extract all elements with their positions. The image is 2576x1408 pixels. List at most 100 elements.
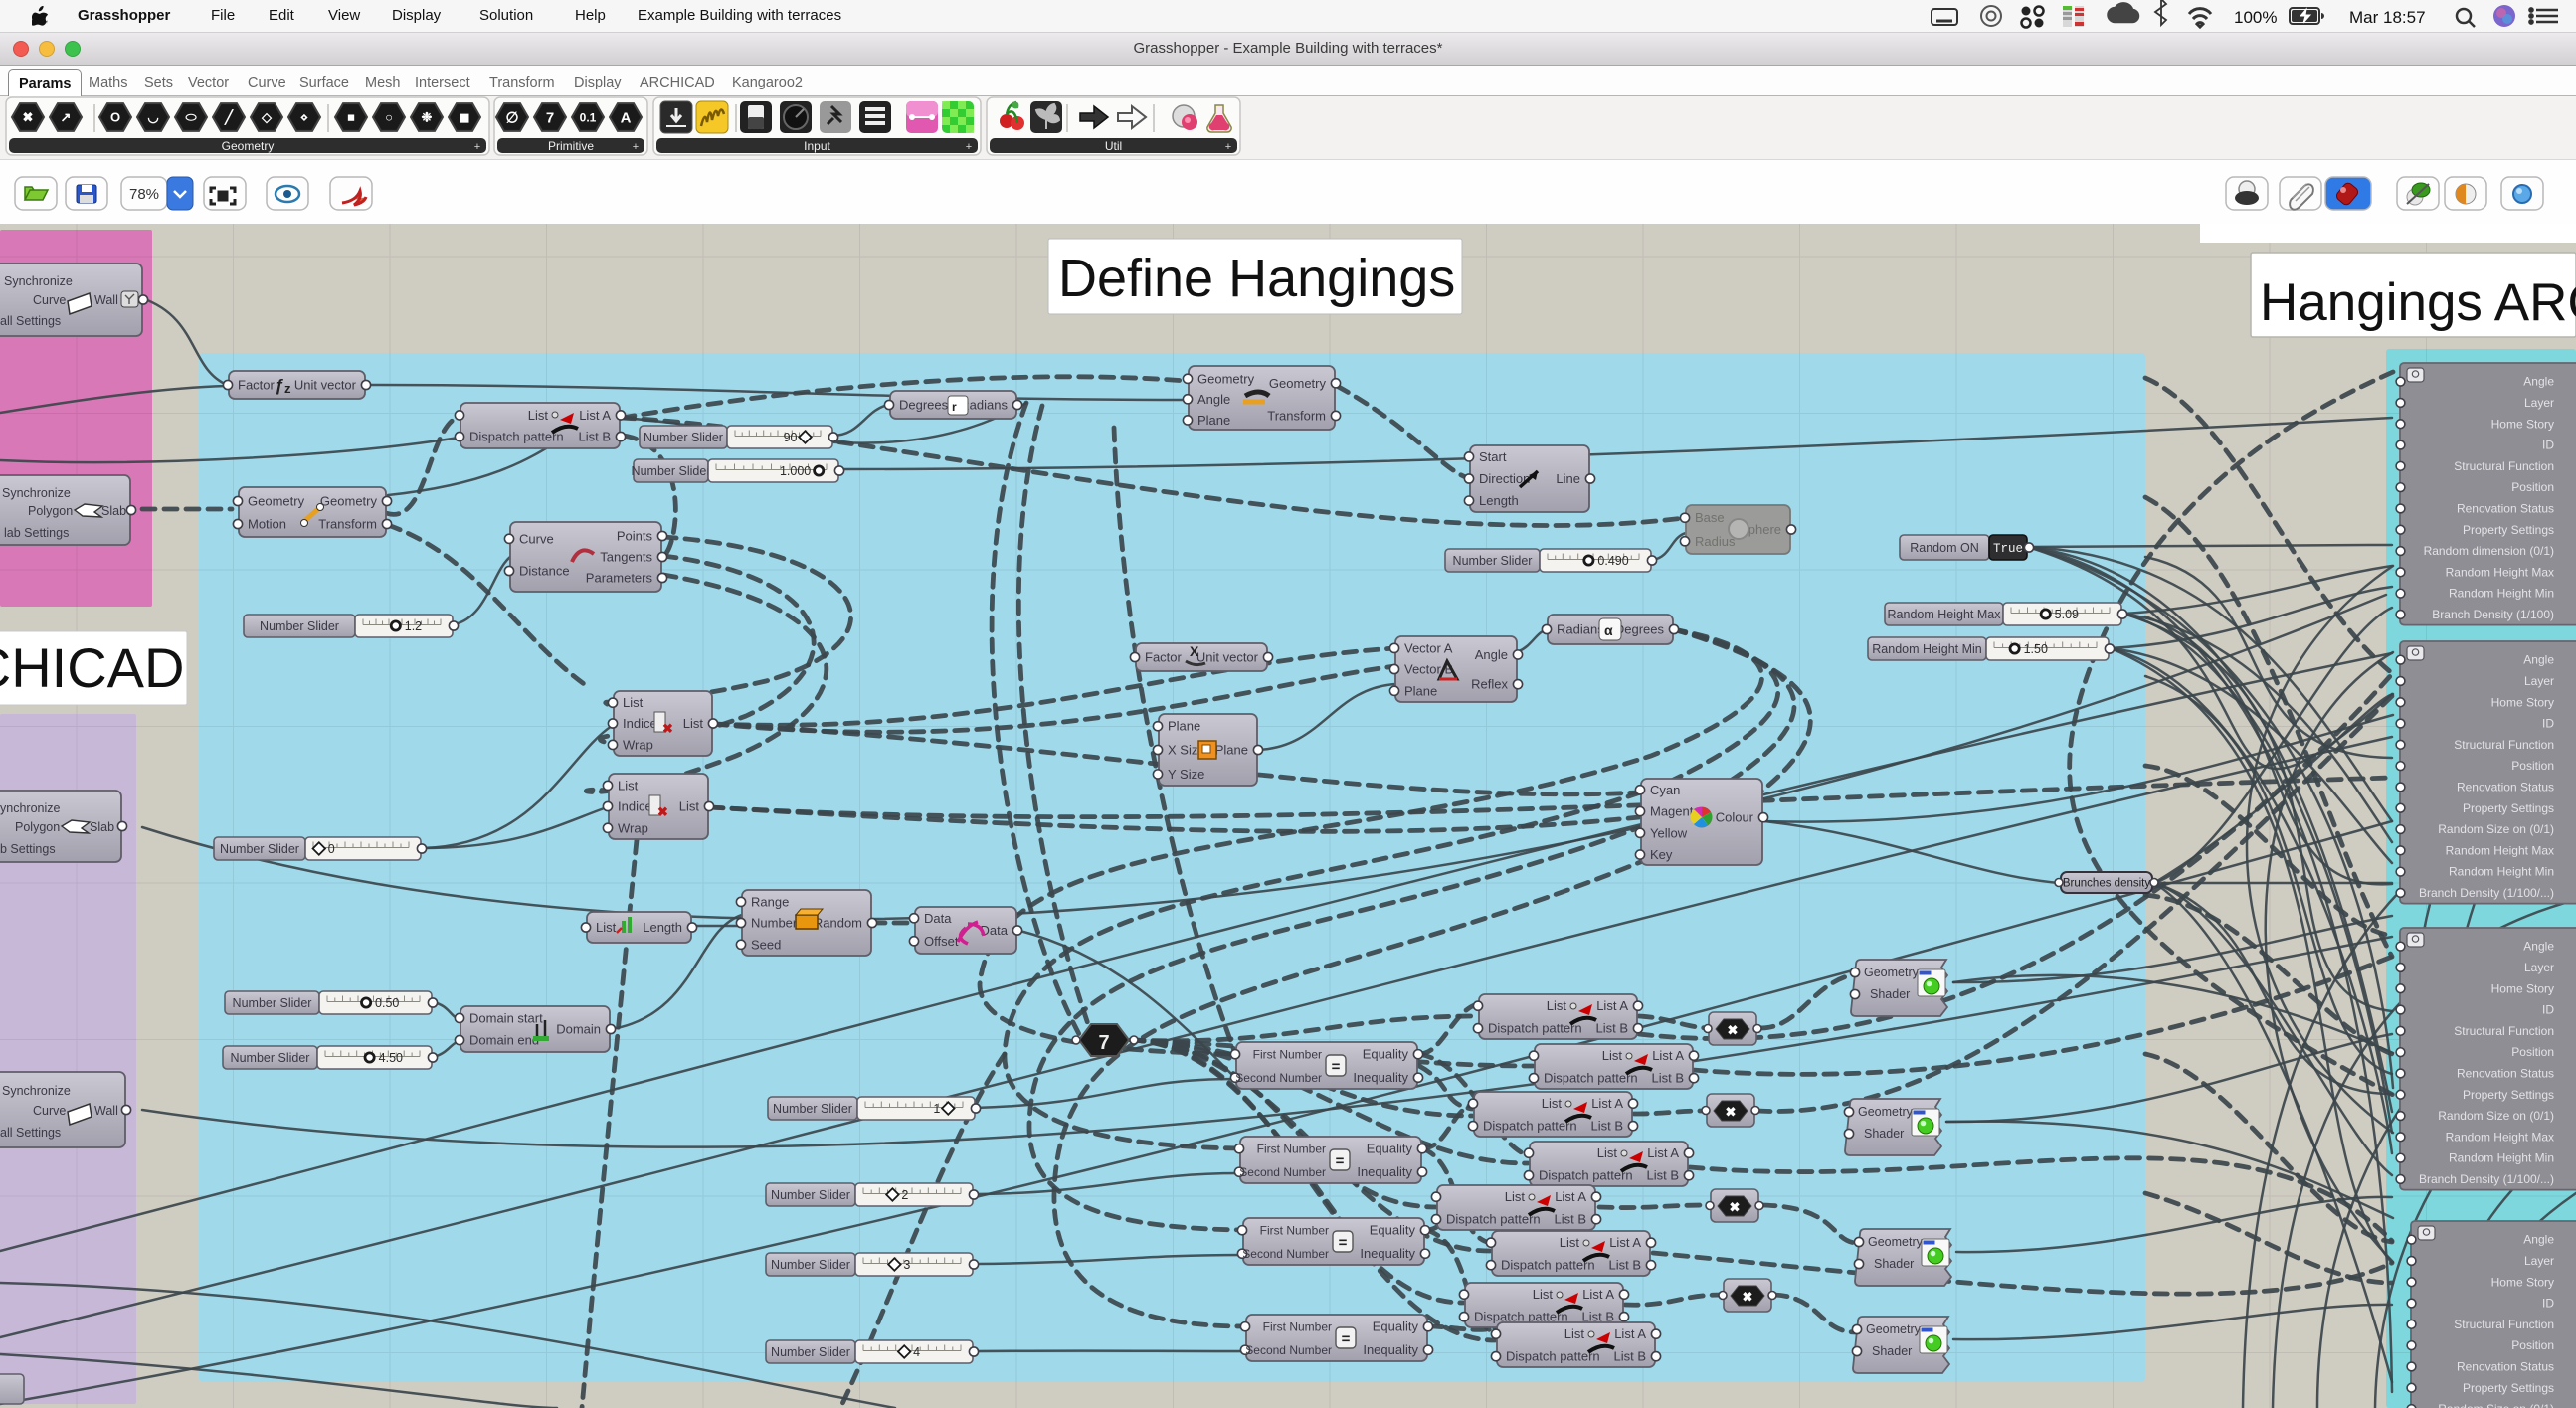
svg-text:1.50: 1.50 bbox=[2024, 642, 2048, 656]
svg-text:Length: Length bbox=[1479, 493, 1519, 508]
svg-text:Reflex: Reflex bbox=[1471, 677, 1508, 692]
svg-text:0.1: 0.1 bbox=[580, 110, 597, 124]
svg-text:ƒ: ƒ bbox=[275, 376, 283, 395]
svg-text:Polygon: Polygon bbox=[15, 820, 60, 834]
svg-text:Geometry: Geometry bbox=[1864, 966, 1920, 979]
svg-text:Range: Range bbox=[751, 894, 789, 909]
svg-text:✖: ✖ bbox=[1743, 1290, 1753, 1305]
svg-text:Position: Position bbox=[2511, 1338, 2554, 1352]
svg-text:Layer: Layer bbox=[2524, 961, 2554, 974]
svg-text:4: 4 bbox=[913, 1345, 920, 1359]
svg-text:Transform: Transform bbox=[318, 517, 377, 532]
svg-text:List A: List A bbox=[1582, 1287, 1614, 1302]
svg-text:90: 90 bbox=[784, 431, 798, 444]
svg-text:Structural Function: Structural Function bbox=[2454, 1024, 2554, 1038]
svg-text:Position: Position bbox=[2511, 1045, 2554, 1059]
svg-text:Yellow: Yellow bbox=[1650, 825, 1688, 840]
svg-text:Hangings ARC: Hangings ARC bbox=[2260, 273, 2576, 332]
svg-text:all Settings: all Settings bbox=[0, 314, 61, 328]
svg-text:List A: List A bbox=[579, 408, 611, 423]
svg-text:Random Size on (0/1): Random Size on (0/1) bbox=[2438, 1109, 2554, 1123]
svg-text:Property Settings: Property Settings bbox=[2463, 1381, 2554, 1395]
svg-text:List B: List B bbox=[1613, 1349, 1646, 1364]
svg-text:╱: ╱ bbox=[224, 109, 234, 126]
svg-text:Branch Density (1/100/...): Branch Density (1/100/...) bbox=[2419, 886, 2554, 900]
svg-text:List: List bbox=[1542, 1096, 1563, 1111]
svg-text:Slab: Slab bbox=[90, 820, 114, 834]
svg-text:+: + bbox=[474, 141, 480, 153]
svg-text:ID: ID bbox=[2542, 1297, 2554, 1311]
svg-text:List B: List B bbox=[1651, 1071, 1684, 1086]
svg-text:Curve: Curve bbox=[519, 531, 554, 546]
svg-text:Home Story: Home Story bbox=[2491, 981, 2554, 995]
svg-text:Distance: Distance bbox=[519, 564, 570, 579]
svg-text:List: List bbox=[1533, 1287, 1554, 1302]
svg-text:=: = bbox=[1332, 1059, 1341, 1076]
svg-text:r: r bbox=[952, 400, 957, 414]
svg-text:Angle: Angle bbox=[2523, 940, 2554, 954]
svg-text:Number Slider: Number Slider bbox=[220, 842, 299, 856]
svg-text:Domain start: Domain start bbox=[469, 1010, 543, 1025]
svg-text:O: O bbox=[110, 110, 120, 125]
svg-text:Domain: Domain bbox=[556, 1022, 601, 1037]
svg-text:Line: Line bbox=[1556, 471, 1580, 486]
svg-text:Random Height Min: Random Height Min bbox=[2449, 587, 2554, 601]
svg-text:Random Height Max: Random Height Max bbox=[2446, 1130, 2554, 1144]
svg-text:Random dimension (0/1): Random dimension (0/1) bbox=[2424, 544, 2554, 558]
svg-text:Shader: Shader bbox=[1870, 987, 1910, 1001]
svg-text:Start: Start bbox=[1479, 449, 1507, 464]
svg-text:Motion: Motion bbox=[248, 517, 286, 532]
svg-text:Position: Position bbox=[2511, 480, 2554, 494]
svg-text:Dispatch pattern: Dispatch pattern bbox=[1506, 1349, 1600, 1364]
svg-text:Tangents: Tangents bbox=[600, 550, 652, 565]
svg-text:∅: ∅ bbox=[505, 109, 518, 126]
svg-text:List A: List A bbox=[1591, 1096, 1623, 1111]
svg-text:Random Height Min: Random Height Min bbox=[2449, 865, 2554, 879]
svg-text:Property Settings: Property Settings bbox=[2463, 801, 2554, 815]
svg-text:List A: List A bbox=[1652, 1048, 1684, 1063]
svg-text:100%: 100% bbox=[2234, 8, 2277, 27]
svg-text:Mar 18:57: Mar 18:57 bbox=[2349, 8, 2426, 27]
svg-text:Angle: Angle bbox=[2523, 653, 2554, 667]
svg-text:=: = bbox=[1342, 1331, 1351, 1348]
svg-text:Primitive: Primitive bbox=[548, 139, 594, 153]
svg-text:Geometry: Geometry bbox=[1858, 1105, 1914, 1119]
svg-text:Key: Key bbox=[1650, 847, 1673, 862]
svg-text:List: List bbox=[623, 695, 644, 710]
svg-text:Seed: Seed bbox=[751, 937, 781, 952]
svg-text:✖: ✖ bbox=[1726, 1105, 1737, 1120]
svg-text:List: List bbox=[1560, 1235, 1580, 1250]
svg-text:Number Slider: Number Slider bbox=[260, 619, 339, 633]
svg-text:Equality: Equality bbox=[1367, 1142, 1413, 1156]
svg-text:First Number: First Number bbox=[1260, 1224, 1329, 1238]
svg-text:Factor: Factor bbox=[238, 378, 276, 393]
svg-text:Synchronize: Synchronize bbox=[4, 274, 73, 288]
svg-text:List B: List B bbox=[578, 430, 611, 444]
svg-text:Random Height Max: Random Height Max bbox=[1888, 608, 2002, 621]
svg-text:ARCHICAD: ARCHICAD bbox=[0, 636, 184, 699]
svg-text:Base: Base bbox=[1695, 510, 1725, 525]
svg-text:Angle: Angle bbox=[2523, 375, 2554, 389]
svg-text:Radius: Radius bbox=[1695, 534, 1736, 549]
svg-text:✖: ✖ bbox=[23, 110, 34, 125]
svg-text:Plane: Plane bbox=[1197, 413, 1230, 428]
svg-text:Brunches density: Brunches density bbox=[2063, 878, 2150, 890]
svg-text:List A: List A bbox=[1647, 1145, 1679, 1160]
svg-text:Radians: Radians bbox=[1557, 622, 1604, 637]
svg-text:1.2: 1.2 bbox=[405, 619, 422, 633]
svg-text:Parameters: Parameters bbox=[586, 571, 653, 586]
svg-text:Geometry: Geometry bbox=[222, 139, 275, 153]
svg-text:Curve: Curve bbox=[33, 1104, 66, 1118]
svg-text:Curve: Curve bbox=[33, 293, 66, 307]
svg-text:List: List bbox=[596, 920, 617, 935]
svg-text:First Number: First Number bbox=[1263, 1320, 1332, 1334]
svg-text:Number Slider: Number Slider bbox=[771, 1258, 850, 1272]
svg-text:List: List bbox=[1597, 1145, 1618, 1160]
svg-text:Structural Function: Structural Function bbox=[2454, 1318, 2554, 1331]
svg-text:List: List bbox=[528, 408, 549, 423]
svg-text:ID: ID bbox=[2542, 439, 2554, 452]
svg-text:Input: Input bbox=[804, 139, 830, 153]
svg-text:Define Hangings: Define Hangings bbox=[1058, 249, 1455, 308]
svg-text:Layer: Layer bbox=[2524, 1254, 2554, 1268]
svg-text:Position: Position bbox=[2511, 759, 2554, 773]
